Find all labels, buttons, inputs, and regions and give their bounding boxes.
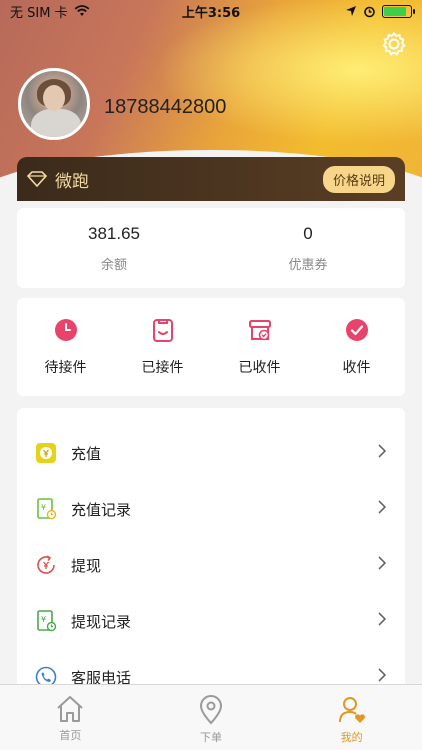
balance-item[interactable]: 381.65 余额 [17, 208, 211, 288]
svg-text:¥: ¥ [41, 615, 46, 624]
withdraw-icon [35, 554, 57, 576]
member-level-label: 微跑 [55, 171, 89, 192]
account-menu: 充值 ¥ 充值记录 提现 ¥ 提现记录 客服电话 [17, 408, 405, 698]
coupon-item[interactable]: 0 优惠券 [211, 208, 405, 288]
diamond-icon [27, 171, 47, 187]
menu-item-withdraw[interactable]: 提现 [17, 537, 405, 593]
bottom-tab-bar: 首页 下单 我的 [0, 684, 422, 750]
tab-label: 下单 [200, 731, 222, 744]
order-label: 已接件 [141, 360, 184, 376]
order-collect[interactable]: 收件 [308, 298, 405, 396]
balance-caption: 余额 [100, 257, 127, 273]
order-pending-pickup[interactable]: 待接件 [17, 298, 114, 396]
check-circle-icon [344, 317, 370, 343]
settings-gear-icon[interactable] [380, 30, 408, 58]
clock-icon [53, 317, 79, 343]
menu-item-recharge-record[interactable]: ¥ 充值记录 [17, 481, 405, 537]
menu-item-label: 充值 [71, 444, 102, 463]
chevron-right-icon [377, 443, 387, 464]
chevron-right-icon [377, 555, 387, 576]
tab-label: 首页 [59, 729, 82, 742]
chevron-right-icon [377, 611, 387, 632]
user-phone: 18788442800 [104, 96, 227, 118]
svg-text:¥: ¥ [41, 503, 46, 512]
menu-item-withdraw-record[interactable]: ¥ 提现记录 [17, 593, 405, 649]
status-time: 上午3:56 [181, 5, 241, 21]
withdraw-record-icon: ¥ [35, 610, 57, 632]
tab-label: 我的 [340, 731, 363, 744]
coupon-value: 0 [303, 223, 313, 243]
user-heart-icon [338, 697, 365, 723]
order-status-card: 待接件 已接件 已收件 收件 [17, 298, 405, 396]
order-label: 已收件 [238, 360, 281, 376]
tab-order[interactable]: 下单 [141, 685, 282, 750]
balance-value: 381.65 [88, 223, 140, 243]
avatar[interactable] [18, 68, 90, 140]
menu-item-recharge[interactable]: 充值 [17, 425, 405, 481]
home-icon [57, 696, 84, 722]
order-label: 收件 [342, 360, 371, 376]
tab-home[interactable]: 首页 [0, 685, 141, 750]
member-level-bar: 微跑 价格说明 [17, 157, 405, 201]
chevron-right-icon [377, 499, 387, 520]
menu-item-label: 提现记录 [71, 612, 132, 631]
balance-card: 381.65 余额 0 优惠券 [17, 208, 405, 288]
battery-icon [382, 4, 415, 18]
order-label: 待接件 [44, 360, 87, 376]
menu-item-label: 提现 [71, 556, 102, 575]
coupon-caption: 优惠券 [288, 257, 328, 273]
tab-mine[interactable]: 我的 [281, 685, 422, 750]
clipboard-icon [150, 317, 176, 343]
menu-item-label: 充值记录 [71, 500, 132, 519]
order-picked-up[interactable]: 已接件 [114, 298, 211, 396]
yen-wallet-icon [35, 442, 57, 464]
recharge-record-icon: ¥ [35, 498, 57, 520]
location-pin-icon [199, 695, 223, 725]
box-check-icon [247, 317, 273, 343]
status-bar: 无 SIM 卡 上午3:56 [0, 0, 422, 22]
order-received[interactable]: 已收件 [211, 298, 308, 396]
price-explanation-button[interactable]: 价格说明 [322, 165, 395, 193]
